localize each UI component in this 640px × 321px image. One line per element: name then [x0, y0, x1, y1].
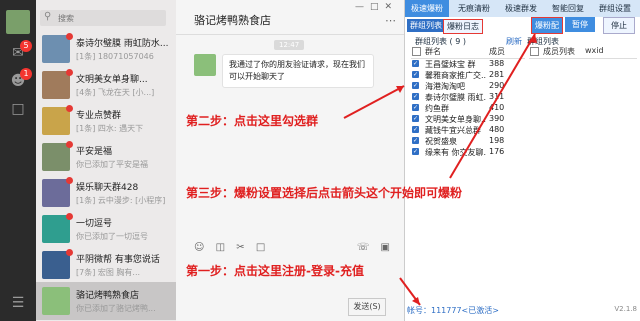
arrow-to-groups: [343, 85, 405, 119]
annotation-arrows: [343, 33, 537, 306]
arrowhead-start: [528, 34, 537, 43]
watermark: @悟空问答: [510, 298, 576, 312]
arrow-to-start: [449, 33, 536, 179]
